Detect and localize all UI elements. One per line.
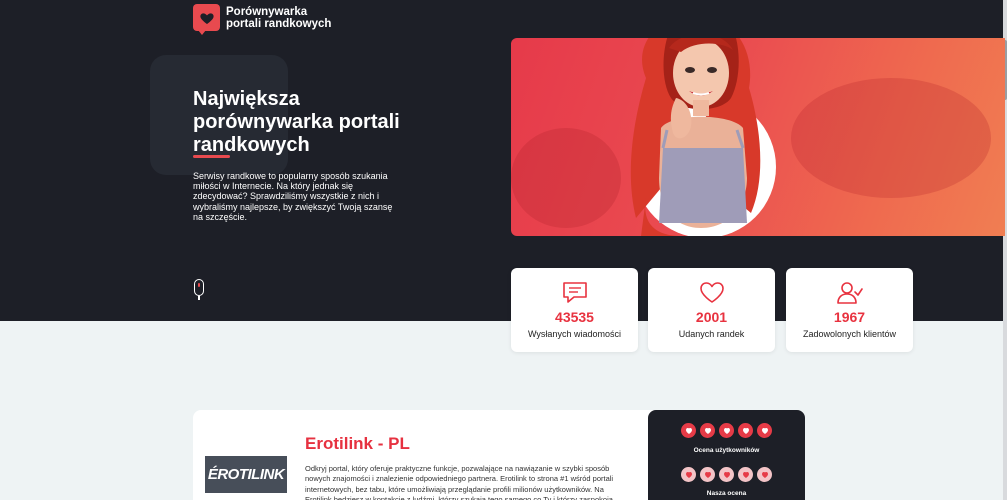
site-logo[interactable]: Porównywarka portali randkowych <box>193 4 331 35</box>
heart-rating-icon <box>757 423 772 438</box>
heart-rating-icon <box>700 467 715 482</box>
stat-label: Udanych randek <box>678 329 745 339</box>
listing-description: Odkryj portal, który oferuje praktyczne … <box>305 464 614 500</box>
heart-chat-icon <box>193 4 220 35</box>
hero-image <box>511 38 1005 236</box>
heart-icon <box>699 282 724 303</box>
user-check-icon <box>836 282 863 304</box>
brand-line-1: Porównywarka <box>226 5 308 18</box>
heart-rating-icon <box>738 423 753 438</box>
user-rating-label: Ocena użytkowników <box>693 447 760 454</box>
heart-rating-icon <box>700 423 715 438</box>
heart-rating-icon <box>681 467 696 482</box>
scroll-mouse-icon[interactable] <box>194 279 204 296</box>
message-icon <box>562 282 587 303</box>
hero-description: Serwisy randkowe to popularny sposób szu… <box>193 171 393 222</box>
heart-rating-icon <box>719 467 734 482</box>
stat-value: 1967 <box>833 309 866 325</box>
stat-card-clients: 1967 Zadowolonych klientów <box>786 268 913 352</box>
stat-card-dates: 2001 Udanych randek <box>648 268 775 352</box>
heart-rating-icon <box>681 423 696 438</box>
stat-value: 2001 <box>695 309 728 325</box>
brand-name: Porównywarka portali randkowych <box>226 6 331 30</box>
hero-title: Największa porównywarka portali randkowy… <box>193 88 400 156</box>
stat-label: Wysłanych wiadomości <box>528 329 621 339</box>
stat-card-messages: 43535 Wysłanych wiadomości <box>511 268 638 352</box>
our-rating-hearts <box>648 467 805 482</box>
heart-rating-icon <box>757 467 772 482</box>
user-rating-hearts <box>648 423 805 438</box>
our-rating-label: Nasza ocena <box>706 490 747 497</box>
stat-label: Zadowolonych klientów <box>802 329 897 339</box>
heart-rating-icon <box>738 467 753 482</box>
woman-photo <box>630 38 761 236</box>
brand-line-2: portali randkowych <box>226 17 332 30</box>
logo-text: ÉROTILINK <box>207 466 285 483</box>
title-underline <box>193 155 230 158</box>
erotilink-logo[interactable]: ÉROTILINK <box>205 456 287 493</box>
stat-value: 43535 <box>555 309 594 325</box>
listing-title[interactable]: Erotilink - PL <box>305 434 410 454</box>
scroll-mouse-tail <box>198 296 200 300</box>
rating-panel: Ocena użytkowników Nasza ocena <box>648 410 805 500</box>
heart-rating-icon <box>719 423 734 438</box>
